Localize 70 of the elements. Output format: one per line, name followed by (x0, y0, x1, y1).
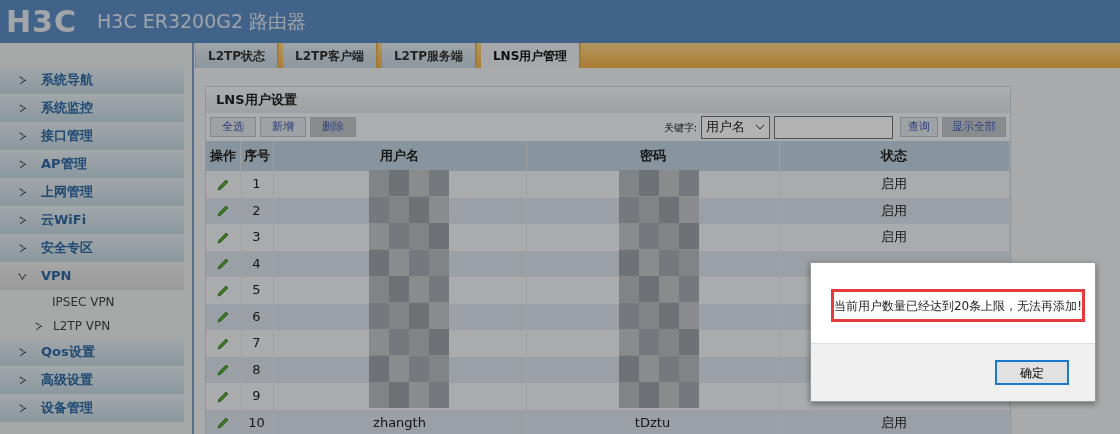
table-cell: 3 (252, 229, 261, 245)
search-button[interactable]: 查询 (900, 116, 938, 138)
logo: H3C (6, 6, 77, 37)
table-cell: tDztu (634, 414, 671, 430)
chevron-right-icon (18, 75, 27, 85)
sidebar-subitem[interactable]: IPSEC VPN (52, 293, 115, 311)
table-cell: 2 (252, 202, 261, 218)
pencil-icon[interactable] (215, 363, 230, 377)
chevron-right-icon (18, 131, 27, 141)
sidebar-item[interactable]: 设备管理 (0, 394, 184, 422)
pencil-icon[interactable] (215, 336, 230, 351)
tab[interactable]: LNS用户管理 (480, 43, 582, 68)
table-cell: 启用 (881, 176, 908, 192)
keyword-select[interactable]: 用户名 (701, 115, 770, 139)
table-cell: zhangth (373, 414, 426, 430)
chevron-right-icon (18, 187, 27, 197)
pencil-icon[interactable] (215, 310, 230, 324)
alert-message: 当前用户数量已经达到20条上限，无法再添加! (831, 289, 1085, 322)
table-cell: 6 (252, 308, 261, 324)
column-header: 密码 (526, 141, 779, 171)
sidebar-item[interactable]: 上网管理 (0, 178, 184, 206)
chevron-right-icon (18, 375, 27, 385)
sidebar-item[interactable]: Qos设置 (0, 338, 184, 366)
table-cell: 9 (252, 388, 261, 404)
chevron-right-icon (18, 243, 27, 253)
pencil-icon[interactable] (215, 204, 230, 218)
table-cell: 4 (252, 255, 261, 271)
table-cell: 8 (252, 361, 261, 377)
column-header: 序号 (240, 141, 273, 171)
chevron-right-icon (18, 103, 27, 113)
caret-icon (755, 124, 765, 130)
sidebar-item[interactable]: AP管理 (0, 150, 184, 178)
chevron-right-icon (18, 159, 27, 169)
keyword-label: 关键字: (663, 120, 697, 135)
table-cell: 7 (252, 335, 261, 351)
table-cell: 5 (252, 282, 261, 298)
pencil-icon[interactable] (215, 389, 230, 404)
column-header: 状态 (779, 141, 1010, 171)
tab[interactable]: L2TP服务端 (381, 43, 477, 68)
pencil-icon[interactable] (215, 177, 230, 192)
chevron-down-icon (18, 271, 27, 281)
tab[interactable]: L2TP客户端 (283, 43, 378, 68)
window-title: H3C ER3200G2 路由器 (97, 9, 307, 35)
table-cell: 启用 (881, 202, 908, 218)
pencil-icon[interactable] (215, 416, 230, 430)
sidebar-item[interactable]: 云WiFi (0, 206, 184, 234)
table-cell: 启用 (881, 414, 908, 430)
chevron-right-icon (18, 403, 27, 413)
toolbar-button[interactable]: 新增 (260, 116, 306, 138)
table-cell: 启用 (881, 229, 908, 245)
toolbar-button[interactable]: 全选 (210, 116, 256, 138)
sidebar-item[interactable]: 系统导航 (0, 66, 184, 94)
ok-button[interactable]: 确定 (995, 360, 1069, 385)
tab[interactable]: L2TP状态 (196, 43, 279, 68)
chevron-right-icon (18, 347, 27, 357)
column-header: 用户名 (273, 141, 526, 171)
sidebar-item[interactable]: VPN (0, 262, 184, 290)
search-field[interactable] (774, 115, 893, 139)
sidebar-subitem[interactable]: L2TP VPN (53, 317, 111, 335)
chevron-right-icon (18, 215, 27, 225)
table-cell: 10 (248, 414, 265, 430)
table-cell: 1 (252, 176, 261, 192)
sidebar-item[interactable]: 系统监控 (0, 94, 184, 122)
sidebar-item[interactable]: 接口管理 (0, 122, 184, 150)
pencil-icon[interactable] (215, 257, 230, 271)
sidebar-item[interactable]: 高级设置 (0, 366, 184, 394)
sidebar-item[interactable]: 安全专区 (0, 234, 184, 262)
pencil-icon[interactable] (215, 230, 230, 245)
pencil-icon[interactable] (215, 283, 230, 298)
column-header: 操作 (206, 141, 240, 171)
